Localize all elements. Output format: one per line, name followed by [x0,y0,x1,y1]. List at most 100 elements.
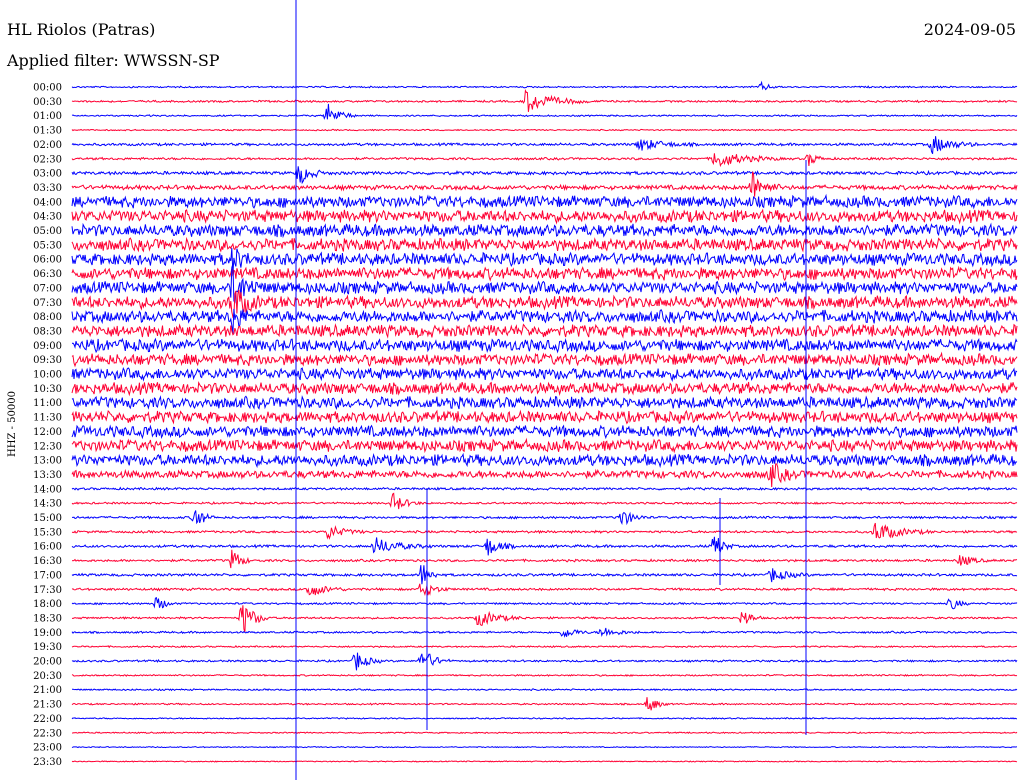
trace-line [71,103,1018,120]
time-tick-label: 10:00 [33,370,62,381]
trace-line [71,171,1018,197]
time-tick-label: 13:30 [33,470,62,481]
time-tick-label: 14:00 [33,484,62,495]
filter-label: Applied filter: WWSSN-SP [6,51,220,70]
time-tick-label: 00:00 [33,83,62,94]
station-title: HL Riolos (Patras) [7,20,155,39]
time-tick-label: 12:30 [33,441,62,452]
time-tick-label: 18:30 [33,613,62,624]
trace-line [71,153,1018,168]
trace-line [71,486,1018,491]
time-tick-label: 19:30 [33,642,62,653]
trace-line [71,424,1018,440]
trace-line [71,583,1018,597]
time-tick-label: 23:30 [33,757,62,768]
trace-line [71,88,1018,112]
trace-line [71,193,1018,210]
trace-line [71,248,1018,274]
time-tick-label: 21:00 [33,685,62,696]
trace-line [71,492,1018,510]
time-tick-label: 09:30 [33,355,62,366]
trace-line [71,549,1018,569]
time-tick-label: 02:00 [33,140,62,151]
time-tick-label: 19:00 [33,628,62,639]
trace-line [71,80,1018,91]
trace-line [71,337,1018,354]
time-tick-label: 01:00 [33,111,62,122]
trace-line [71,522,1018,540]
trace-line [71,596,1018,610]
time-tick-label: 04:00 [33,197,62,208]
trace-line [71,381,1018,397]
time-tick-label: 05:30 [33,240,62,251]
trace-line [71,166,1018,185]
trace-line [71,760,1018,763]
time-tick-label: 06:00 [33,255,62,266]
trace-line [71,395,1018,411]
trace-line [72,510,1018,526]
time-tick-label: 04:30 [33,212,62,223]
time-tick-label: 16:30 [33,556,62,567]
trace-line [71,351,1018,368]
time-tick-label: 21:30 [33,700,62,711]
channel-axis-label: HHZ - 50000 [7,391,18,457]
time-tick-label: 11:00 [33,398,62,409]
trace-line [71,463,1018,488]
time-tick-label: 05:00 [33,226,62,237]
time-tick-label: 06:30 [33,269,62,280]
trace-line [71,565,1018,585]
seismogram-plot: HL Riolos (Patras) 2024-09-05 Applied fi… [6,0,1018,780]
time-tick-label: 16:00 [33,542,62,553]
trace-line [71,536,1018,556]
time-tick-label: 02:30 [33,154,62,165]
time-tick-label: 13:00 [33,456,62,467]
time-tick-label: 03:30 [33,183,62,194]
time-tick-label: 20:00 [33,657,62,668]
trace-line [71,697,1018,711]
time-tick-label: 07:00 [33,283,62,294]
trace-line [71,265,1018,282]
time-tick-label: 15:00 [33,513,62,524]
trace-line [71,716,1017,720]
time-tick-label: 01:30 [33,126,62,137]
time-tick-label: 08:00 [33,312,62,323]
trace-line [72,688,1018,692]
time-tick-label: 11:30 [33,413,62,424]
trace-line [71,644,1017,649]
time-tick-label: 08:30 [33,326,62,337]
trace-line [72,731,1018,735]
trace-line [71,745,1017,749]
trace-line [71,323,1018,339]
trace-line [71,437,1018,454]
time-tick-label: 18:00 [33,599,62,610]
trace-line [71,136,1018,155]
trace-line [71,452,1018,469]
time-tick-label: 17:00 [33,570,62,581]
time-tick-label: 15:30 [33,527,62,538]
time-tick-label: 22:30 [33,728,62,739]
time-tick-label: 10:30 [33,384,62,395]
trace-line [71,128,1018,132]
time-tick-label: 03:00 [33,169,62,180]
time-tick-label: 12:00 [33,427,62,438]
time-tick-label: 00:30 [33,97,62,108]
trace-line [71,409,1018,425]
time-tick-label: 14:30 [33,499,62,510]
trace-line [71,263,1018,304]
plot-date: 2024-09-05 [924,20,1016,39]
trace-line [71,605,1018,633]
trace-line [71,673,1018,677]
time-tick-label: 22:00 [33,714,62,725]
trace-rows: 00:00 00:30 01:00 01:30 02:00 02:30 03:00 03:30… [33,80,1018,768]
trace-line [71,652,1018,671]
time-tick-label: 20:30 [33,671,62,682]
time-tick-label: 23:00 [33,743,62,754]
trace-line [71,627,1018,638]
time-tick-label: 17:30 [33,585,62,596]
time-tick-label: 07:30 [33,298,62,309]
trace-line [71,308,1018,334]
trace-line [71,366,1018,383]
time-tick-label: 09:00 [33,341,62,352]
trace-line [71,222,1018,239]
trace-line [71,236,1018,253]
